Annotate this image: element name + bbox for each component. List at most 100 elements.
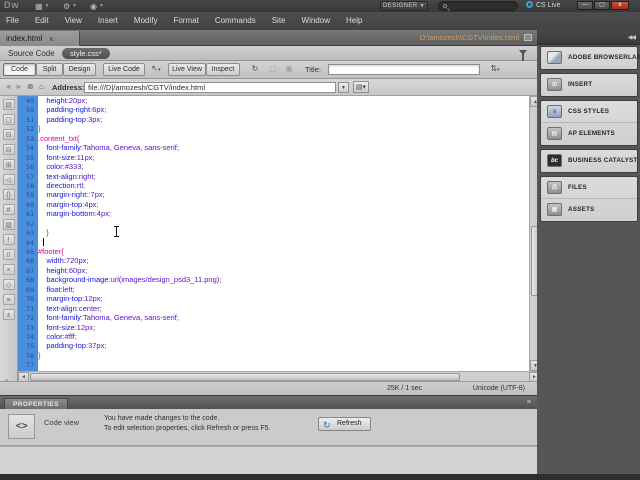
home-icon[interactable]: ⌂: [39, 81, 44, 93]
tab-index-html[interactable]: index.html x: [0, 31, 80, 46]
expand-all-icon[interactable]: ⊞: [2, 159, 15, 170]
code-line-59[interactable]: 59 margin-right::7px;: [18, 190, 529, 199]
code-line-62[interactable]: 62: [18, 219, 529, 228]
source-code-button[interactable]: Source Code: [8, 46, 55, 61]
workspace-switcher-button[interactable]: DESIGNER ▼: [380, 1, 428, 11]
panel-item-ap-elements[interactable]: ▤ AP ELEMENTS: [541, 123, 637, 145]
collapse-to-icons-icon[interactable]: ◀◀: [628, 34, 636, 41]
file-management-icon[interactable]: ⇅▾: [487, 63, 503, 76]
menu-edit[interactable]: Edit: [27, 12, 57, 30]
collapse-full-tag-icon[interactable]: ⊟: [2, 129, 15, 140]
open-documents-icon[interactable]: ▤: [2, 99, 15, 110]
menu-view[interactable]: View: [57, 12, 90, 30]
layout-switcher-icon[interactable]: ▦ ▼: [35, 1, 50, 11]
tab-close-icon[interactable]: x: [49, 36, 53, 43]
show-code-navigator-icon[interactable]: ▢: [2, 114, 15, 125]
site-icon[interactable]: ◉ ▼: [90, 1, 104, 11]
code-line-56[interactable]: 56 color:#333;: [18, 162, 529, 171]
document-title-input[interactable]: [328, 64, 480, 75]
code-line-65[interactable]: 65 #footer{: [18, 247, 529, 256]
code-editor[interactable]: 49 height:20px; 50 padding-right:6px; 51 p…: [18, 96, 529, 371]
select-parent-tag-icon[interactable]: ◁: [2, 174, 15, 185]
code-line-69[interactable]: 69 float:left;: [18, 285, 529, 294]
menu-format[interactable]: Format: [165, 12, 206, 30]
code-line-58[interactable]: 58 direction:rtl;: [18, 181, 529, 190]
close-button[interactable]: x: [611, 1, 629, 10]
refresh-button[interactable]: ↻ Refresh: [318, 417, 371, 431]
menu-commands[interactable]: Commands: [207, 12, 264, 30]
filter-related-files-icon[interactable]: [519, 50, 527, 61]
refresh-design-view-icon[interactable]: ↻: [248, 63, 262, 76]
address-dropdown-icon[interactable]: ▼: [338, 82, 349, 93]
live-view-button[interactable]: Live View: [168, 63, 206, 76]
balance-braces-icon[interactable]: {}: [2, 189, 15, 200]
code-line-53[interactable]: 53 .content_txt{: [18, 134, 529, 143]
live-view-options-icon[interactable]: ↖▾: [148, 63, 164, 76]
line-numbers-icon[interactable]: #: [2, 204, 15, 215]
panel-item-assets[interactable]: ▦ ASSETS: [541, 199, 637, 221]
panel-menu-icon[interactable]: ≡: [527, 399, 531, 406]
back-icon[interactable]: ◄: [4, 81, 12, 93]
code-line-54[interactable]: 54 font-family:Tahoma, Geneva, sans-seri…: [18, 143, 529, 152]
code-line-63[interactable]: 63 }: [18, 228, 529, 237]
code-line-55[interactable]: 55 font-size:11px;: [18, 153, 529, 162]
panel-item-business-catalyst[interactable]: bc BUSINESS CATALYST: [541, 150, 637, 172]
apply-comment-icon[interactable]: //: [2, 249, 15, 260]
collapse-selection-icon[interactable]: ⊟: [2, 144, 15, 155]
live-code-button[interactable]: Live Code: [103, 63, 145, 76]
code-line-50[interactable]: 50 padding-right:6px;: [18, 105, 529, 114]
code-line-71[interactable]: 71 text-align:center;: [18, 304, 529, 313]
code-line-76[interactable]: 76}: [18, 351, 529, 360]
forward-icon[interactable]: ►: [15, 81, 23, 93]
style-css-tab[interactable]: style.css*: [62, 48, 110, 59]
code-line-72[interactable]: 72 font-family:Tahoma, Geneva, sans-seri…: [18, 313, 529, 322]
code-line-49[interactable]: 49 height:20px;: [18, 96, 529, 105]
menu-window[interactable]: Window: [294, 12, 338, 30]
code-line-75[interactable]: 75 padding-top:37px;: [18, 341, 529, 350]
menu-site[interactable]: Site: [264, 12, 294, 30]
browse-options-icon[interactable]: ▤▾: [353, 81, 369, 93]
menu-file[interactable]: File: [0, 12, 27, 30]
panel-item-css-styles[interactable]: ≡ CSS STYLES: [541, 101, 637, 123]
code-line-60[interactable]: 60 margin-top:4px;: [18, 200, 529, 209]
code-line-57[interactable]: 57 text-align:right;: [18, 172, 529, 181]
extend-gear-icon[interactable]: ⚙ ▼: [63, 1, 77, 11]
search-input[interactable]: [438, 1, 518, 11]
code-line-77[interactable]: 77: [18, 360, 529, 369]
code-line-74[interactable]: 74 color:#fff;: [18, 332, 529, 341]
minimize-button[interactable]: —: [577, 1, 593, 10]
code-line-66[interactable]: 66 width:720px;: [18, 256, 529, 265]
code-line-61[interactable]: 61 margin-bottom:4px;: [18, 209, 529, 218]
code-view-button[interactable]: Code: [3, 63, 36, 76]
code-line-68[interactable]: 68 background-image:url(images/design_ps…: [18, 275, 529, 284]
menu-insert[interactable]: Insert: [90, 12, 126, 30]
menu-help[interactable]: Help: [338, 12, 370, 30]
stop-icon[interactable]: ⊗: [27, 81, 34, 93]
design-view-button[interactable]: Design: [63, 63, 96, 76]
inspect-button[interactable]: Inspect: [206, 63, 240, 76]
highlight-invalid-code-icon[interactable]: ▥: [2, 219, 15, 230]
split-view-button[interactable]: Split: [36, 63, 63, 76]
code-line-64[interactable]: 64: [18, 238, 529, 247]
wrap-tag-icon[interactable]: ◇: [2, 279, 15, 290]
horizontal-scrollbar[interactable]: ◄ ►: [18, 371, 540, 382]
panel-item-files[interactable]: 品 FILES: [541, 177, 637, 199]
menu-modify[interactable]: Modify: [126, 12, 166, 30]
remove-comment-icon[interactable]: ×: [2, 264, 15, 275]
code-line-67[interactable]: 67 height:60px;: [18, 266, 529, 275]
code-line-52[interactable]: 52}: [18, 124, 529, 133]
recent-snippets-icon[interactable]: ≡: [2, 294, 15, 305]
panel-item-insert[interactable]: ⊞ INSERT: [541, 74, 637, 96]
restore-button[interactable]: ▢: [594, 1, 610, 10]
restore-doc-window-icon[interactable]: [524, 34, 532, 41]
syntax-error-alerts-icon[interactable]: !: [2, 234, 15, 245]
panel-item-adobe-browserlab[interactable]: ADOBE BROWSERLAB: [541, 47, 640, 69]
code-line-70[interactable]: 70 margin-top:12px;: [18, 294, 529, 303]
cs-live-button[interactable]: CS Live: [526, 1, 561, 11]
code-line-51[interactable]: 51 padding-top:3px;: [18, 115, 529, 124]
horizontal-scroll-thumb[interactable]: [30, 373, 460, 381]
move-convert-css-icon[interactable]: ±: [2, 309, 15, 320]
code-line-73[interactable]: 73 font-size:12px;: [18, 323, 529, 332]
address-input[interactable]: file:///D|/amozesh/CGTV/index.html: [84, 82, 336, 93]
properties-panel-header[interactable]: PROPERTIES ≡: [0, 395, 537, 410]
